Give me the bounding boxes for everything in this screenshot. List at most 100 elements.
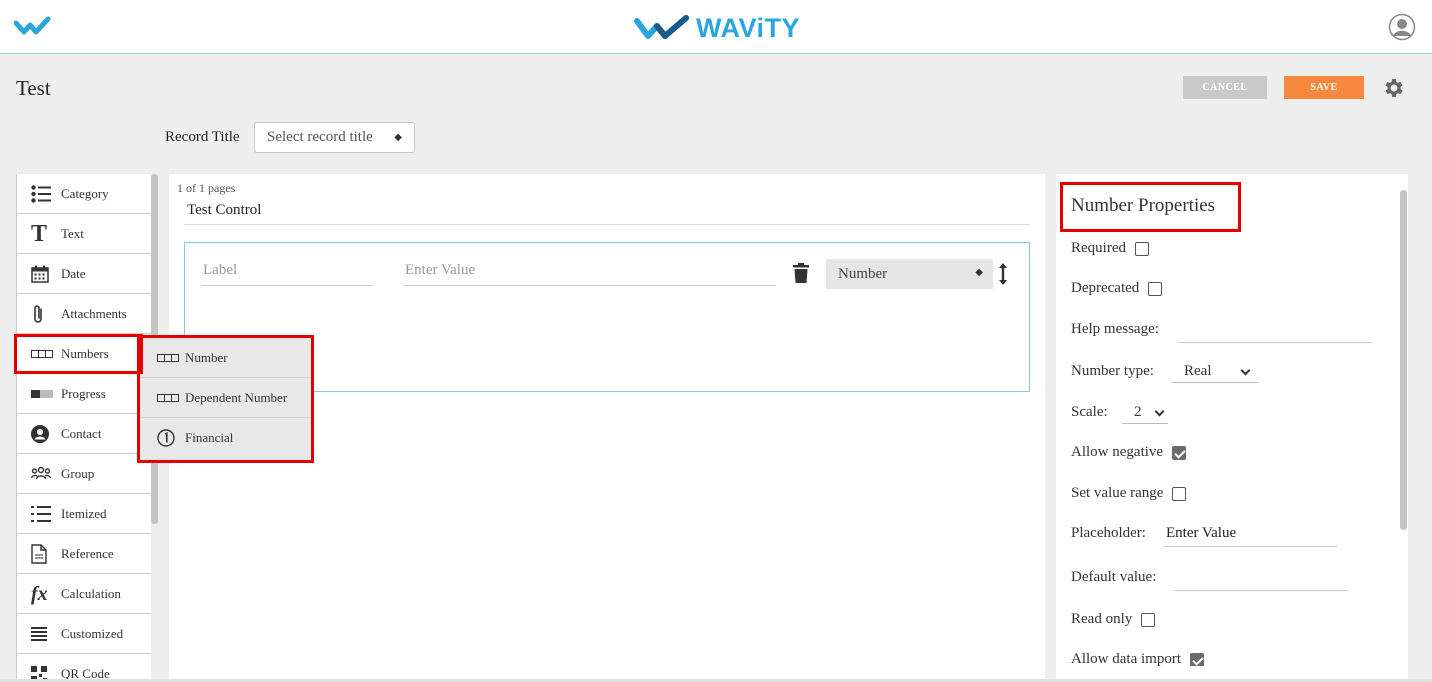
lines-icon	[31, 627, 57, 641]
palette-item-label: Calculation	[61, 586, 121, 601]
top-bar: WAViTY	[0, 0, 1432, 54]
field-type-value: Number	[838, 265, 888, 282]
drag-handle-icon[interactable]	[997, 262, 1009, 286]
palette-item-label: Text	[61, 226, 84, 241]
wavity-mark-icon[interactable]	[14, 14, 56, 40]
numbers-submenu: Number Dependent Number Financial	[140, 338, 312, 460]
help-message-input[interactable]	[1178, 321, 1372, 343]
text-t-icon: T	[31, 220, 48, 247]
allow-negative-label: Allow negative	[1071, 444, 1164, 460]
scale-select[interactable]: 2	[1122, 402, 1168, 424]
list-icon	[31, 185, 57, 203]
deprecated-checkbox[interactable]	[1148, 281, 1163, 296]
help-message-label: Help message:	[1071, 321, 1159, 337]
submenu-item-financial[interactable]: Financial	[140, 418, 312, 458]
required-option[interactable]: Required	[1071, 240, 1149, 257]
default-value-input[interactable]	[1174, 569, 1348, 591]
read-only-option[interactable]: Read only	[1071, 611, 1156, 628]
properties-scrollbar[interactable]	[1400, 190, 1407, 530]
scale-value: 2	[1134, 404, 1142, 420]
chevron-down-icon	[1154, 406, 1165, 417]
section-divider	[184, 224, 1030, 225]
read-only-checkbox[interactable]	[1141, 612, 1156, 627]
palette-item-label: Group	[61, 466, 95, 481]
field-palette: Category T Text Date Attachments Numbers…	[16, 174, 151, 682]
field-type-select[interactable]: Number ◆	[826, 259, 993, 289]
allow-negative-option[interactable]: Allow negative	[1071, 444, 1187, 461]
palette-item-group[interactable]: Group	[17, 454, 151, 494]
wavity-logo-icon	[634, 15, 689, 39]
palette-item-itemized[interactable]: Itemized	[17, 494, 151, 534]
calendar-icon	[31, 265, 57, 283]
chevron-down-icon	[1240, 365, 1251, 376]
required-checkbox[interactable]	[1134, 241, 1149, 256]
number-type-select[interactable]: Real	[1172, 361, 1258, 383]
palette-item-qr-code[interactable]: QR Code	[17, 654, 151, 682]
allow-import-checkbox[interactable]	[1189, 652, 1204, 667]
placeholder-label: Placeholder:	[1071, 525, 1146, 541]
submenu-item-label: Dependent Number	[185, 389, 288, 405]
submenu-item-label: Financial	[185, 430, 234, 445]
page-count: 1 of 1 pages	[177, 181, 236, 195]
sort-arrows-icon: ◆	[394, 132, 402, 143]
palette-item-text[interactable]: T Text	[17, 214, 151, 254]
user-avatar-icon[interactable]	[1388, 13, 1416, 41]
palette-item-category[interactable]: Category	[17, 174, 151, 214]
circled-one-icon	[157, 429, 179, 447]
brand-logo: WAViTY	[634, 12, 800, 44]
deprecated-label: Deprecated	[1071, 280, 1140, 296]
field-value-input[interactable]: Enter Value	[404, 262, 776, 286]
trash-icon[interactable]	[793, 263, 809, 283]
palette-item-reference[interactable]: Reference	[17, 534, 151, 574]
palette-item-progress[interactable]: Progress	[17, 374, 151, 414]
field-label-input[interactable]: Label	[201, 262, 373, 286]
required-label: Required	[1071, 240, 1126, 256]
record-title-placeholder: Select record title	[267, 129, 373, 145]
palette-item-label: Contact	[61, 426, 102, 441]
read-only-label: Read only	[1071, 611, 1133, 627]
palette-item-customized[interactable]: Customized	[17, 614, 151, 654]
submenu-item-dependent-number[interactable]: Dependent Number	[140, 378, 312, 418]
record-title-select[interactable]: Select record title ◆	[254, 122, 415, 153]
allow-negative-checkbox[interactable]	[1172, 445, 1187, 460]
sort-arrows-icon: ◆	[975, 267, 983, 278]
palette-item-label: Itemized	[61, 506, 107, 521]
deprecated-option[interactable]: Deprecated	[1071, 280, 1163, 297]
palette-item-contact[interactable]: Contact	[17, 414, 151, 454]
number-type-value: Real	[1184, 363, 1212, 379]
placeholder-input[interactable]: Enter Value	[1164, 525, 1337, 547]
palette-item-label: Category	[61, 186, 109, 201]
number-box-icon	[31, 350, 57, 358]
palette-item-calculation[interactable]: fx Calculation	[17, 574, 151, 614]
palette-item-label: Numbers	[61, 346, 109, 361]
submenu-item-label: Number	[185, 349, 228, 365]
brand-name: WAViTY	[696, 12, 801, 43]
submenu-item-number[interactable]: Number	[140, 338, 312, 378]
palette-item-numbers[interactable]: Numbers	[17, 334, 151, 374]
value-range-label: Set value range	[1071, 485, 1164, 501]
palette-item-label: Reference	[61, 546, 114, 561]
save-button[interactable]: SAVE	[1284, 76, 1364, 99]
paperclip-icon	[31, 304, 57, 324]
fx-icon: fx	[31, 582, 48, 605]
palette-item-attachments[interactable]: Attachments	[17, 294, 151, 334]
gear-icon[interactable]	[1381, 76, 1405, 100]
default-value-label: Default value:	[1071, 569, 1157, 585]
section-title[interactable]: Test Control	[187, 202, 261, 219]
number-box-icon	[157, 393, 179, 402]
properties-title: Number Properties	[1071, 195, 1216, 216]
cancel-button[interactable]: CANCEL	[1183, 76, 1267, 99]
scale-label: Scale:	[1071, 404, 1108, 420]
properties-clip	[1056, 666, 1400, 679]
palette-item-date[interactable]: Date	[17, 254, 151, 294]
document-icon	[31, 544, 57, 564]
progress-icon	[31, 390, 57, 398]
number-box-icon	[157, 353, 179, 362]
palette-item-label: Date	[61, 266, 86, 281]
itemized-list-icon	[31, 505, 57, 523]
palette-item-label: Customized	[61, 626, 124, 641]
value-range-checkbox[interactable]	[1172, 486, 1187, 501]
value-range-option[interactable]: Set value range	[1071, 485, 1187, 502]
palette-item-label: Progress	[61, 386, 106, 401]
palette-item-label: Attachments	[61, 306, 127, 321]
